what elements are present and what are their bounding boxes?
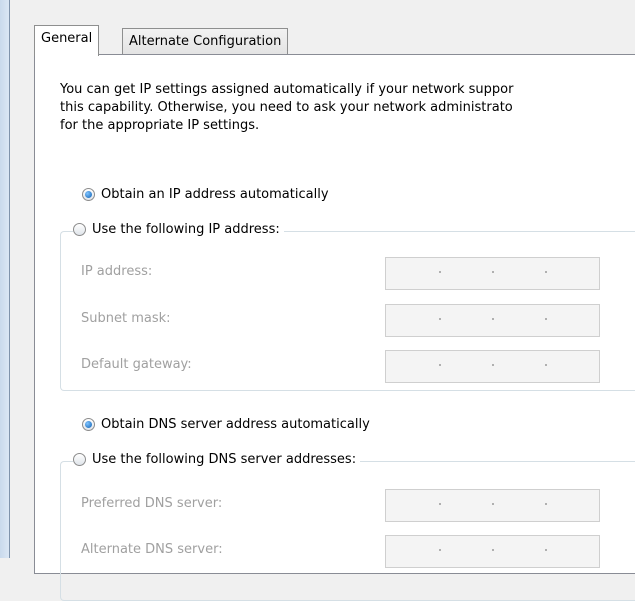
description-text: You can get IP settings assigned automat… (60, 81, 635, 135)
use-following-ip-label: Use the following IP address: (92, 222, 280, 237)
alternate-dns-label: Alternate DNS server: (81, 542, 223, 557)
use-following-dns-radio[interactable]: Use the following DNS server addresses: (73, 452, 361, 467)
ip-address-label: IP address: (81, 264, 153, 279)
subnet-mask-field[interactable] (385, 304, 600, 337)
use-following-ip-radio[interactable]: Use the following IP address: (73, 222, 284, 237)
description-line-1: You can get IP settings assigned automat… (60, 82, 514, 97)
general-tab-page: You can get IP settings assigned automat… (34, 54, 635, 601)
obtain-ip-auto-radio[interactable]: Obtain an IP address automatically (82, 187, 329, 202)
radio-unselected-icon (73, 223, 86, 236)
ip-address-field[interactable] (385, 257, 600, 290)
ip-address-group: Use the following IP address: IP address… (60, 222, 635, 391)
use-following-dns-label: Use the following DNS server addresses: (92, 452, 357, 467)
obtain-ip-auto-label: Obtain an IP address automatically (101, 187, 329, 202)
window-frame-border (9, 0, 10, 558)
tab-general[interactable]: General (34, 25, 100, 56)
radio-selected-icon (82, 418, 95, 431)
radio-unselected-icon (73, 453, 86, 466)
default-gateway-field[interactable] (385, 350, 600, 383)
window-frame-edge (0, 0, 9, 558)
obtain-dns-auto-radio[interactable]: Obtain DNS server address automatically (82, 417, 370, 432)
description-line-2: this capability. Otherwise, you need to … (60, 100, 513, 115)
tab-alternate-configuration[interactable]: Alternate Configuration (122, 28, 289, 55)
subnet-mask-label: Subnet mask: (81, 311, 171, 326)
obtain-dns-auto-label: Obtain DNS server address automatically (101, 417, 370, 432)
alternate-dns-field[interactable] (385, 535, 600, 568)
preferred-dns-label: Preferred DNS server: (81, 496, 223, 511)
radio-selected-icon (82, 188, 95, 201)
description-line-3: for the appropriate IP settings. (60, 118, 260, 133)
preferred-dns-field[interactable] (385, 489, 600, 522)
dns-server-group: Use the following DNS server addresses: … (60, 452, 635, 601)
default-gateway-label: Default gateway: (81, 357, 192, 372)
